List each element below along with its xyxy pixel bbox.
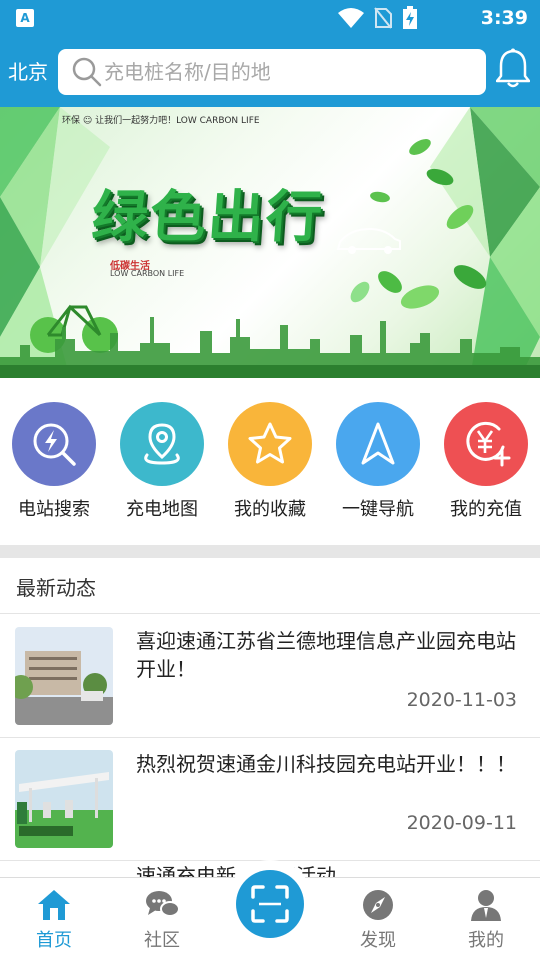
compass-icon <box>363 890 393 920</box>
quick-favorites[interactable]: 我的收藏 <box>220 402 320 522</box>
news-list-item[interactable]: 喜迎速通江苏省兰德地理信息产业园充电站开业！ 2020-11-03 <box>0 615 540 738</box>
top-header: 北京 <box>0 36 540 107</box>
scan-button[interactable] <box>236 870 304 938</box>
tab-discover[interactable]: 发现 <box>333 888 423 952</box>
favorites-button[interactable] <box>228 402 312 486</box>
chat-bubbles-icon <box>146 891 180 917</box>
news-title: 喜迎速通江苏省兰德地理信息产业园充电站开业！ <box>136 629 516 681</box>
wifi-icon <box>338 8 364 28</box>
news-date: 2020-11-03 <box>406 689 517 711</box>
news-thumbnail <box>15 750 113 848</box>
navigation-button[interactable] <box>336 402 420 486</box>
yen-plus-icon <box>466 421 511 467</box>
city-selector[interactable]: 北京 <box>8 58 48 86</box>
lightning-search-icon <box>33 423 76 466</box>
tab-label: 社区 <box>144 930 180 951</box>
star-icon <box>248 422 292 464</box>
quick-recharge[interactable]: 我的充值 <box>436 402 536 522</box>
clock: 3:39 <box>480 7 528 29</box>
battery-charging-icon <box>403 6 417 29</box>
banner-tagline: 环保 ☺ 让我们一起努力吧！LOW CARBON LIFE <box>62 116 260 126</box>
tab-label: 首页 <box>36 930 72 951</box>
status-bar: A 3:39 <box>0 0 540 36</box>
scan-icon <box>251 885 289 923</box>
news-thumbnail <box>15 627 113 725</box>
tab-community[interactable]: 社区 <box>117 888 207 952</box>
bell-icon[interactable] <box>496 48 530 88</box>
tab-home[interactable]: 首页 <box>9 888 99 952</box>
quick-label: 一键导航 <box>342 499 414 520</box>
tab-label: 我的 <box>468 930 504 951</box>
promo-banner[interactable]: 环保 ☺ 让我们一起努力吧！LOW CARBON LIFE 绿色出行 低碳生活 … <box>0 107 540 378</box>
quick-label: 我的充值 <box>450 499 522 520</box>
quick-label: 电站搜索 <box>18 499 90 520</box>
no-sim-icon <box>374 7 392 29</box>
quick-label: 我的收藏 <box>234 499 306 520</box>
app-notification-icon: A <box>16 9 34 27</box>
news-list-item[interactable]: 热烈祝贺速通金川科技园充电站开业！！！ 2020-09-11 <box>0 738 540 861</box>
recharge-button[interactable] <box>444 402 528 486</box>
search-bar[interactable] <box>58 49 486 95</box>
navigation-arrow-icon <box>361 422 395 465</box>
news-date: 2020-09-11 <box>406 812 517 834</box>
news-section-header: 最新动态 <box>0 558 540 614</box>
quick-actions: 电站搜索 充电地图 我的收藏 一键导航 我的充值 <box>0 378 540 546</box>
quick-charging-map[interactable]: 充电地图 <box>112 402 212 522</box>
status-icons <box>338 6 418 30</box>
home-icon <box>38 890 70 920</box>
news-section-title: 最新动态 <box>16 576 96 600</box>
quick-station-search[interactable]: 电站搜索 <box>4 402 104 522</box>
station-search-button[interactable] <box>12 402 96 486</box>
user-icon <box>471 890 501 921</box>
tab-label: 发现 <box>360 930 396 951</box>
map-pin-icon <box>144 423 180 465</box>
search-icon <box>72 57 102 87</box>
banner-subtitle-en: LOW CARBON LIFE <box>110 269 185 278</box>
tab-mine[interactable]: 我的 <box>441 888 531 952</box>
news-title-partial[interactable]: 速通充电新…优惠活动… <box>136 862 496 877</box>
news-title: 热烈祝贺速通金川科技园充电站开业！！！ <box>136 752 516 776</box>
quick-navigation[interactable]: 一键导航 <box>328 402 428 522</box>
charging-map-button[interactable] <box>120 402 204 486</box>
quick-label: 充电地图 <box>126 499 198 520</box>
search-input[interactable] <box>104 57 474 87</box>
banner-title: 绿色出行 <box>89 184 327 250</box>
section-divider <box>0 545 540 558</box>
